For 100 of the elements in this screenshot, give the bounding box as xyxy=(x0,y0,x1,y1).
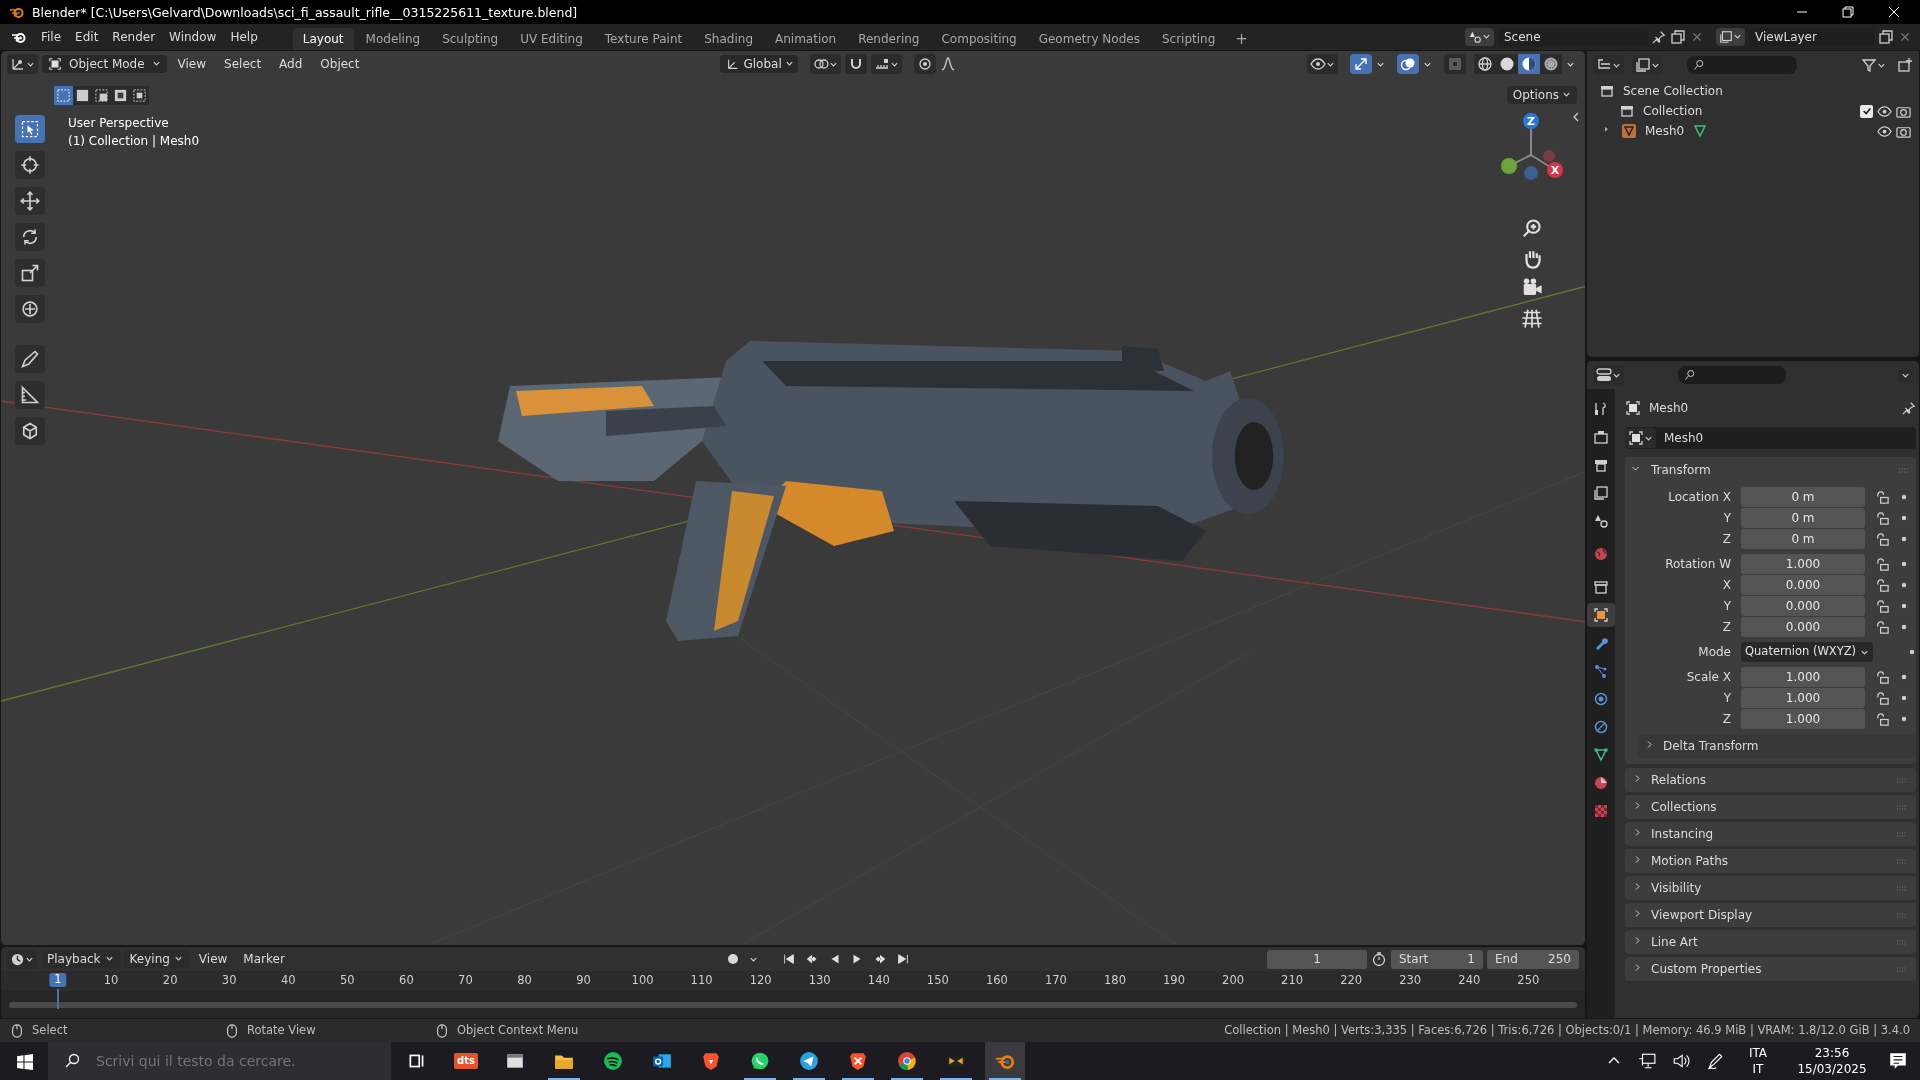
field-label: Y xyxy=(1722,510,1731,526)
number-field[interactable]: 0 m xyxy=(1741,529,1865,549)
mode-dropdown[interactable]: Quaternion (WXYZ) xyxy=(1741,642,1874,662)
orientation-dropdown[interactable]: Global xyxy=(720,54,799,74)
number-field[interactable]: 0.000 xyxy=(1741,596,1865,616)
menu-item[interactable]: Select xyxy=(217,53,269,75)
frame-number: 230 xyxy=(1399,974,1422,988)
frame-number: 250 xyxy=(1517,974,1540,988)
outliner-item[interactable]: Mesh0 xyxy=(1645,123,1685,139)
frame-number: 210 xyxy=(1281,974,1304,988)
frame-number: 60 xyxy=(399,974,414,988)
panel-title: Collections xyxy=(1651,799,1717,815)
field-label: Y xyxy=(1722,690,1731,706)
playhead[interactable]: 1 xyxy=(49,973,67,987)
window-title: Blender* [C:\Users\Gelvard\Downloads\sci_fi_assault_rifle__0315225611_texture.blend] xyxy=(32,4,578,20)
panel-title: Transform xyxy=(1651,462,1711,478)
workspace-tab[interactable]: Compositing xyxy=(931,27,1027,50)
axis-label: X xyxy=(1550,164,1560,177)
field-label: Location X xyxy=(1667,489,1731,505)
number-field[interactable]: 1.000 xyxy=(1741,688,1865,708)
object-name: Mesh0 xyxy=(1649,400,1689,416)
panel-title: Line Art xyxy=(1651,934,1698,950)
frame-number: 180 xyxy=(1104,974,1126,988)
panel-title: Delta Transform xyxy=(1663,738,1759,754)
frame-number: 80 xyxy=(517,974,532,988)
outliner-item[interactable]: Collection xyxy=(1643,103,1703,119)
frame-number: 160 xyxy=(985,974,1008,988)
frame-number: 220 xyxy=(1340,974,1363,988)
search-field[interactable]: Scrivi qui il testo da cercare. xyxy=(48,1042,391,1080)
frame-number: 120 xyxy=(749,974,772,988)
menu-item[interactable]: Edit xyxy=(68,26,106,48)
language-indicator[interactable]: ITA IT xyxy=(1740,1042,1776,1080)
workspace-tab[interactable]: Animation xyxy=(765,27,847,50)
outliner-item[interactable]: Scene Collection xyxy=(1623,83,1723,99)
object-info: (1) Collection | Mesh0 xyxy=(68,134,201,149)
clock[interactable]: 23:56 15/03/2025 xyxy=(1792,1042,1872,1080)
workspace-tab[interactable]: Layout xyxy=(292,27,354,50)
taskbar-app-button[interactable]: dts xyxy=(446,1042,486,1080)
frame-number: 100 xyxy=(631,974,654,988)
field-label: Z xyxy=(1721,619,1731,635)
frame-number: 150 xyxy=(926,974,949,988)
frame-number: 140 xyxy=(867,974,890,988)
menu-item[interactable]: Keying xyxy=(123,949,189,969)
frame-number: 190 xyxy=(1163,974,1185,988)
options-dropdown[interactable]: Options xyxy=(1506,85,1577,105)
frame-number: 240 xyxy=(1458,974,1481,988)
menu-item[interactable]: View xyxy=(170,53,214,75)
number-field[interactable]: 0 m xyxy=(1741,508,1865,528)
frame-number: 90 xyxy=(576,974,591,988)
frame-number: 50 xyxy=(340,974,355,988)
number-field[interactable]: 1.000 xyxy=(1741,554,1865,574)
frame-number: 70 xyxy=(458,974,473,988)
number-field[interactable]: 1.000 xyxy=(1741,667,1865,687)
menu-item[interactable]: Help xyxy=(223,26,265,48)
menu-item[interactable]: Render xyxy=(105,26,163,48)
menu-item[interactable]: File xyxy=(34,26,69,48)
status-hint: Rotate View xyxy=(247,1023,316,1038)
menu-item[interactable]: View xyxy=(192,949,234,969)
scene-name-field[interactable]: Scene xyxy=(1498,27,1648,47)
workspace-tab[interactable]: Modeling xyxy=(355,27,431,50)
view-name: User Perspective xyxy=(68,116,170,131)
view-layer-name-field[interactable]: ViewLayer xyxy=(1749,27,1874,47)
panel-title: Custom Properties xyxy=(1651,961,1762,977)
current-frame-field[interactable]: 1 xyxy=(1267,949,1367,969)
workspace-tab[interactable]: UV Editing xyxy=(510,27,593,50)
field-label: Z xyxy=(1721,531,1731,547)
menu-item[interactable]: Marker xyxy=(237,949,291,969)
menu-item[interactable]: Playback xyxy=(41,949,120,969)
end-frame-field[interactable]: End 250 xyxy=(1487,949,1579,969)
frame-number: 20 xyxy=(162,974,178,988)
workspace-tab[interactable]: Shading xyxy=(694,27,763,50)
workspace-tab[interactable]: Geometry Nodes xyxy=(1028,27,1150,50)
status-hint: Object Context Menu xyxy=(457,1023,579,1038)
start-frame-field[interactable]: Start 1 xyxy=(1391,949,1483,969)
workspace-tab[interactable]: Texture Paint xyxy=(594,27,693,50)
workspace-tab[interactable]: Sculpting xyxy=(432,27,509,50)
panel-title: Visibility xyxy=(1651,880,1702,896)
menu-item[interactable]: Add xyxy=(272,53,310,75)
menu-item[interactable]: Window xyxy=(162,26,224,48)
panel-title: Viewport Display xyxy=(1651,907,1753,923)
frame-number: 110 xyxy=(690,974,713,988)
panel-title: Instancing xyxy=(1651,826,1714,842)
number-field[interactable]: 1.000 xyxy=(1741,709,1865,729)
scene-statistics: Collection | Mesh0 | Verts:3,335 | Faces:6,726 | Tris:6,726 | Objects:0/1 | Memory: 46.9 MiB | VRAM: 1.8/12.0 GiB | 3.4.0 xyxy=(1224,1023,1910,1038)
panel-title: Motion Paths xyxy=(1651,853,1729,869)
field-label: Mode xyxy=(1697,644,1731,660)
menu-item[interactable]: Object xyxy=(313,53,367,75)
frame-number: 10 xyxy=(103,974,119,988)
workspace-tab[interactable]: Rendering xyxy=(848,27,930,50)
mode-dropdown[interactable]: Object Mode xyxy=(42,54,167,74)
number-field[interactable]: 0.000 xyxy=(1741,617,1865,637)
frame-number: 170 xyxy=(1044,974,1067,988)
add-workspace-button[interactable]: + xyxy=(1227,28,1256,50)
status-hint: Select xyxy=(32,1023,68,1038)
workspace-tab[interactable]: Scripting xyxy=(1151,27,1226,50)
field-label: X xyxy=(1721,577,1731,593)
number-field[interactable]: 0 m xyxy=(1741,487,1865,507)
field-label: Rotation W xyxy=(1664,556,1731,572)
number-field[interactable]: 0.000 xyxy=(1741,575,1865,595)
field-label: Y xyxy=(1722,598,1731,614)
